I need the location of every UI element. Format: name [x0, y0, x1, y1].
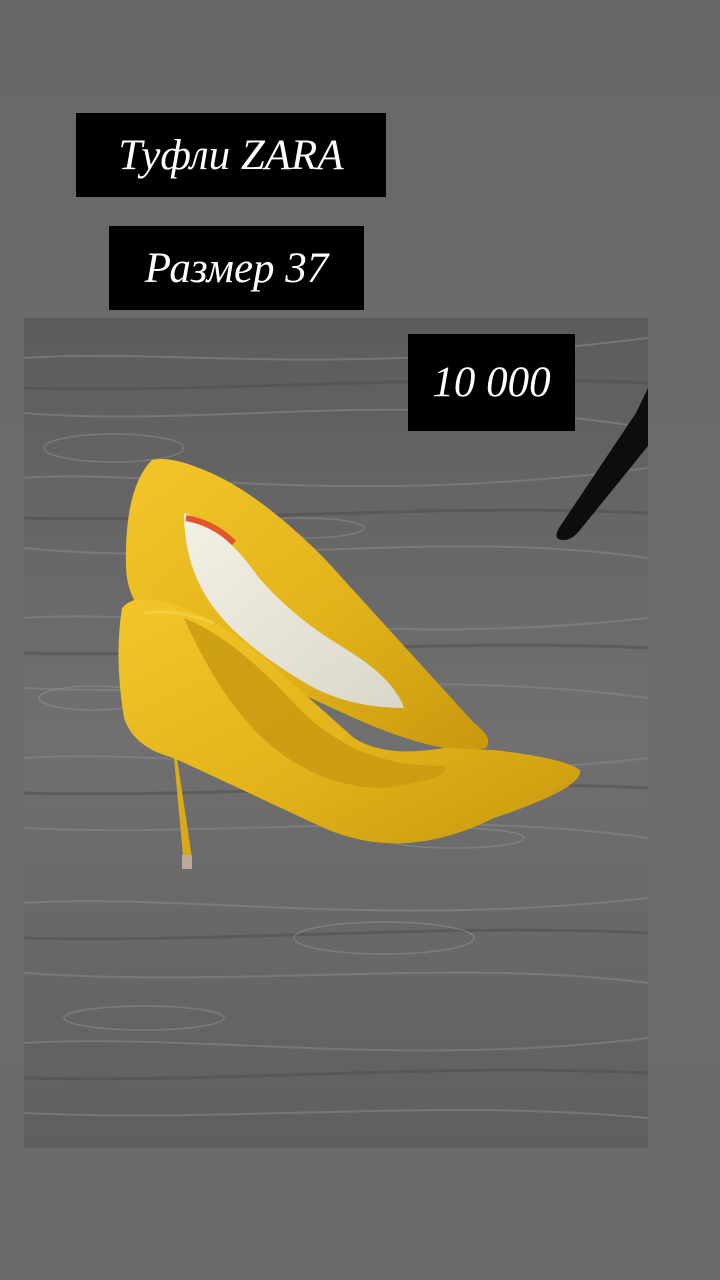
size-label: Размер 37 — [109, 226, 364, 310]
product-photo — [24, 318, 648, 1148]
price-label: 10 000 — [408, 334, 575, 431]
story-canvas: Туфли ZARA Размер 37 10 000 — [0, 0, 720, 1280]
title-label: Туфли ZARA — [76, 113, 386, 197]
